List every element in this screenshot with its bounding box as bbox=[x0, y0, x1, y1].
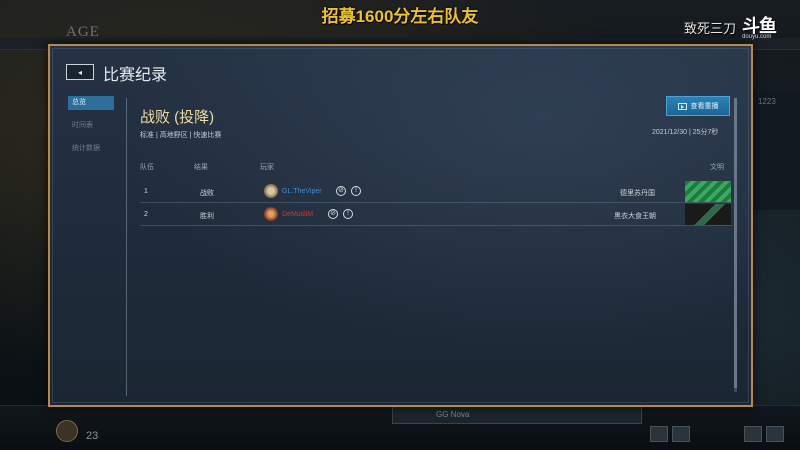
scrollbar-thumb[interactable] bbox=[734, 98, 737, 388]
table-header: 队伍 结果 玩家 文明 bbox=[140, 160, 732, 174]
stream-overlay-brand: 致死三刀 bbox=[684, 21, 737, 36]
stream-overlay-title: 招募1600分左右队友 bbox=[321, 7, 479, 26]
header-team: 队伍 bbox=[140, 164, 154, 171]
report-icon[interactable]: ! bbox=[343, 209, 353, 219]
background-right-number: 1223 bbox=[758, 97, 776, 106]
background-left-number: 23 bbox=[86, 430, 99, 442]
row-civ: 黑衣大食王朝 bbox=[614, 213, 656, 220]
sidenav-item-stats[interactable]: 统计数据 bbox=[68, 142, 114, 156]
block-icon[interactable]: ⊘ bbox=[328, 209, 338, 219]
background-square-button[interactable] bbox=[766, 426, 784, 442]
background-bottom-center-text: GG Nova bbox=[436, 410, 470, 419]
civ-flag-icon bbox=[685, 181, 731, 202]
match-date-duration: 2021/12/30 | 25分7秒 bbox=[652, 129, 719, 136]
background-square-button[interactable] bbox=[744, 426, 762, 442]
background-square-button[interactable] bbox=[650, 426, 668, 442]
player-name[interactable]: DeMusliM bbox=[282, 211, 313, 218]
row-civ: 德里苏丹国 bbox=[620, 190, 655, 197]
stream-logo: 斗鱼 bbox=[742, 16, 777, 36]
row-team: 1 bbox=[144, 188, 148, 195]
modal-title: 比赛纪录 bbox=[103, 67, 168, 84]
match-mode-subtitle: 标准 | 高地野区 | 快速比赛 bbox=[140, 132, 222, 139]
background-right-panel bbox=[752, 90, 800, 210]
table-row[interactable]: 2 胜利 DeMusliM ⊘ ! 黑衣大食王朝 bbox=[140, 203, 732, 226]
sidenav-divider bbox=[126, 98, 127, 396]
watch-replay-button[interactable]: 查看重播 bbox=[666, 96, 730, 116]
background-player-badge bbox=[56, 420, 78, 442]
civ-flag-icon bbox=[685, 204, 731, 225]
replay-icon bbox=[677, 102, 687, 110]
row-team: 2 bbox=[144, 211, 148, 218]
back-button[interactable]: ◂ bbox=[66, 64, 94, 80]
player-name[interactable]: GL.TheViper bbox=[282, 188, 322, 195]
player-avatar bbox=[264, 184, 278, 198]
table-row[interactable]: 1 战败 GL.TheViper ⊘ ! 德里苏丹国 bbox=[140, 180, 732, 203]
match-result-title: 战败 (投降) bbox=[140, 109, 215, 126]
header-civ: 文明 bbox=[710, 164, 724, 171]
player-avatar bbox=[264, 207, 278, 221]
sidenav: 总览 时间表 统计数据 bbox=[68, 96, 114, 165]
sidenav-item-timeline[interactable]: 时间表 bbox=[68, 119, 114, 133]
players-table: 队伍 结果 玩家 文明 1 战败 GL.TheViper ⊘ ! 德里苏丹国 2… bbox=[140, 160, 732, 226]
sidenav-item-overview[interactable]: 总览 bbox=[68, 96, 114, 110]
row-result: 胜利 bbox=[200, 213, 214, 220]
match-history-modal: ◂ 比赛纪录 总览 时间表 统计数据 战败 (投降) 标准 | 高地野区 | 快… bbox=[48, 44, 753, 407]
header-player: 玩家 bbox=[260, 164, 274, 171]
background-square-button[interactable] bbox=[672, 426, 690, 442]
report-icon[interactable]: ! bbox=[351, 186, 361, 196]
watch-replay-label: 查看重播 bbox=[690, 103, 719, 110]
header-result: 结果 bbox=[194, 164, 208, 171]
background-bottom-center-panel bbox=[392, 406, 642, 424]
block-icon[interactable]: ⊘ bbox=[336, 186, 346, 196]
stream-logo-url: douyu.com bbox=[742, 34, 772, 40]
row-result: 战败 bbox=[200, 190, 214, 197]
chevron-left-icon: ◂ bbox=[77, 67, 82, 77]
